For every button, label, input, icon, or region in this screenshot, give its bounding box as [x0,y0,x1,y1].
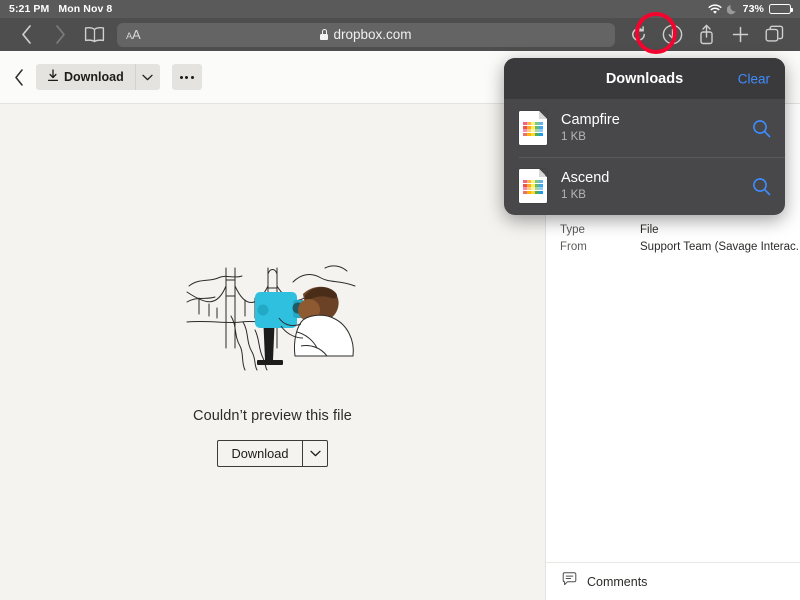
download-file-name: Campfire [561,112,620,128]
toolbar-more-button[interactable] [171,64,202,90]
download-file-size: 1 KB [561,189,586,201]
magnifier-icon[interactable] [752,119,771,138]
comment-bubble-icon [562,572,577,591]
toolbar-download-group: Download [36,64,160,90]
toolbar-download-label: Download [64,70,124,84]
battery-percent-label: 73% [742,3,764,15]
address-bar[interactable]: AA dropbox.com [117,22,615,47]
metadata-value: Support Team (Savage Interac... [640,241,800,253]
metadata-row: Type File [560,222,800,239]
share-icon[interactable] [689,21,723,49]
comments-label: Comments [587,574,648,589]
download-list-item[interactable]: Ascend 1 KB [504,157,785,215]
ipad-safari-screen: 5:21 PM Mon Nov 8 73% AA dropbox.com Dow… [0,0,800,600]
metadata-key: Type [560,224,585,236]
download-file-size: 1 KB [561,131,586,143]
downloads-title: Downloads [605,70,684,87]
forward-button [43,21,77,49]
preview-download-group: Download [216,440,329,467]
downloads-popover-header: Downloads Clear [504,58,785,99]
lock-icon [320,29,329,40]
status-date: Mon Nov 8 [58,3,113,15]
ellipsis-icon [179,75,183,79]
url-text: dropbox.com [333,27,412,42]
safari-toolbar: AA dropbox.com [0,18,800,51]
reload-button[interactable] [621,21,655,49]
download-circle-icon[interactable] [655,21,689,49]
toolbar-download-caret[interactable] [134,64,160,90]
toolbar-download-button[interactable]: Download [36,64,135,90]
book-icon[interactable] [77,21,111,49]
status-time: 5:21 PM [9,3,50,15]
download-file-name: Ascend [561,170,610,186]
preview-download-caret[interactable] [302,440,329,467]
battery-icon [769,4,793,14]
person-with-viewfinder-illustration [186,265,355,371]
download-list-item[interactable]: Campfire 1 KB [504,99,785,157]
status-bar: 5:21 PM Mon Nov 8 73% [0,0,800,18]
downloads-popover: Downloads Clear Campfire 1 KB Ascend 1 K… [504,58,785,215]
crescent-moon-icon [726,4,738,15]
magnifier-icon[interactable] [752,177,771,196]
spreadsheet-file-icon [519,169,547,203]
file-preview-area: Couldn’t preview this file Download [0,104,545,600]
downloads-clear-button[interactable]: Clear [738,71,770,86]
tabs-icon[interactable] [757,21,791,49]
comments-bar[interactable]: Comments [546,562,800,600]
preview-download-button[interactable]: Download [216,440,303,467]
spreadsheet-file-icon [519,111,547,145]
back-button[interactable] [9,21,43,49]
metadata-row: From Support Team (Savage Interac... [560,239,800,256]
dropbox-back-button[interactable] [14,68,24,86]
download-arrow-icon [47,69,59,85]
wifi-icon [708,3,722,15]
new-tab-button[interactable] [723,21,757,49]
metadata-key: From [560,241,587,253]
metadata-value: File [640,224,659,236]
no-preview-message: Couldn’t preview this file [193,408,352,424]
